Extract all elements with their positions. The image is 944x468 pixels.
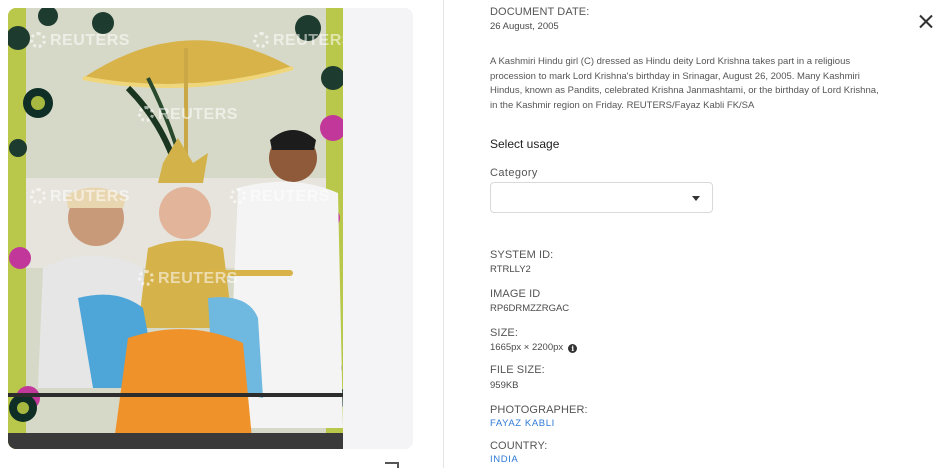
size-text: 1665px × 2200px: [490, 342, 564, 353]
info-icon[interactable]: i: [568, 344, 578, 353]
image-detail-view: REUTERS REUTERS REUTERS REUTERS REUTERS …: [0, 0, 944, 468]
watermark: REUTERS: [30, 188, 130, 206]
watermark: REUTERS: [230, 188, 330, 206]
size-label: SIZE:: [490, 327, 519, 339]
photo-illustration: [8, 8, 343, 449]
expand-icon[interactable]: [385, 462, 399, 468]
select-usage-heading: Select usage: [490, 137, 560, 151]
panel-divider: [443, 0, 444, 468]
system-id-label: SYSTEM ID:: [490, 249, 554, 261]
watermark: REUTERS: [30, 32, 130, 50]
watermark: REUTERS: [138, 106, 238, 124]
close-icon[interactable]: [916, 12, 936, 32]
photographer-label: PHOTOGRAPHER:: [490, 404, 588, 416]
watermark: REUTERS: [253, 32, 343, 50]
file-size-label: FILE SIZE:: [490, 364, 545, 376]
news-photo[interactable]: REUTERS REUTERS REUTERS REUTERS REUTERS …: [8, 8, 343, 449]
image-caption: A Kashmiri Hindu girl (C) dressed as Hin…: [490, 56, 879, 111]
size-value: 1665px × 2200px i: [490, 342, 578, 353]
country-link[interactable]: INDIA: [490, 454, 518, 465]
image-preview-panel: REUTERS REUTERS REUTERS REUTERS REUTERS …: [8, 8, 413, 449]
category-label: Category: [490, 167, 538, 179]
country-label: COUNTRY:: [490, 440, 548, 452]
category-select[interactable]: [490, 182, 713, 213]
image-id-label: IMAGE ID: [490, 288, 541, 300]
image-id-value: RP6DRMZZRGAC: [490, 303, 570, 314]
photographer-link[interactable]: FAYAZ KABLI: [490, 418, 555, 429]
watermark: REUTERS: [138, 270, 238, 288]
chevron-down-icon: [692, 196, 700, 201]
document-date-label: DOCUMENT DATE:: [490, 6, 590, 18]
document-date-value: 26 August, 2005: [490, 21, 559, 32]
system-id-value: RTRLLY2: [490, 264, 531, 275]
file-size-value: 959KB: [490, 380, 519, 391]
